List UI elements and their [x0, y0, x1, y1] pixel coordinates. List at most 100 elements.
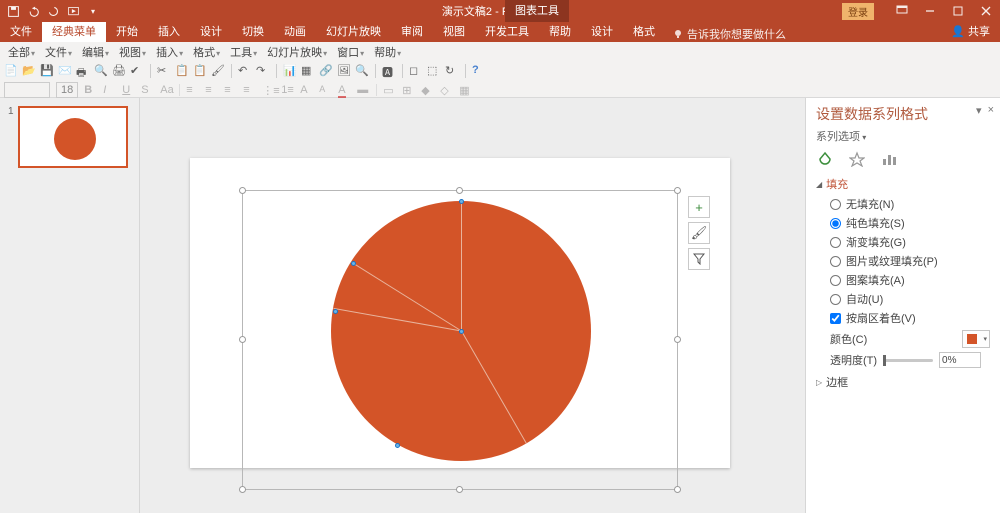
save-icon[interactable]: [6, 4, 20, 18]
numbering-icon[interactable]: 1≡: [281, 84, 294, 97]
tab-animations[interactable]: 动画: [274, 20, 316, 42]
chart-elements-button[interactable]: +: [688, 196, 710, 218]
menu-insert[interactable]: 插入: [152, 44, 187, 60]
italic-icon[interactable]: I: [103, 84, 116, 97]
increase-font-icon[interactable]: A: [300, 84, 313, 97]
resize-handle[interactable]: [674, 187, 681, 194]
picture-icon[interactable]: 🖼: [337, 64, 351, 78]
strikethrough-icon[interactable]: S: [141, 84, 154, 97]
tab-chart-design[interactable]: 设计: [581, 20, 623, 42]
shape-outline-icon[interactable]: ◇: [440, 84, 453, 97]
chart-icon[interactable]: 📊: [283, 64, 297, 78]
font-size-combo[interactable]: 18: [56, 82, 78, 98]
decrease-font-icon[interactable]: A: [319, 84, 332, 97]
tell-me[interactable]: 告诉我你想要做什么: [673, 26, 786, 42]
print-preview-icon[interactable]: 🔍: [94, 64, 108, 78]
resize-handle[interactable]: [674, 486, 681, 493]
underline-icon[interactable]: U: [122, 84, 135, 97]
resize-handle[interactable]: [674, 336, 681, 343]
spelling-icon[interactable]: ✔: [130, 64, 144, 78]
tab-transitions[interactable]: 切换: [232, 20, 274, 42]
effects-tab-icon[interactable]: [848, 150, 866, 168]
minimize-icon[interactable]: [916, 0, 944, 22]
fill-color-picker[interactable]: [962, 330, 990, 348]
open-icon[interactable]: 📂: [22, 64, 36, 78]
login-button[interactable]: 登录: [842, 3, 874, 20]
tab-developer[interactable]: 开发工具: [475, 20, 539, 42]
picture-fill-radio[interactable]: 图片或纹理填充(P): [830, 253, 990, 269]
close-icon[interactable]: [972, 0, 1000, 22]
menu-all[interactable]: 全部: [4, 44, 39, 60]
chart-selection-box[interactable]: [242, 190, 678, 490]
font-color-icon[interactable]: A: [338, 84, 351, 97]
chart-styles-button[interactable]: 🖌: [688, 222, 710, 244]
shadow-icon[interactable]: ▦: [459, 84, 472, 97]
rotate-icon[interactable]: ↻: [445, 64, 459, 78]
tab-slideshow[interactable]: 幻灯片放映: [316, 20, 391, 42]
no-fill-radio[interactable]: 无填充(N): [830, 196, 990, 212]
table-icon[interactable]: ▦: [301, 64, 315, 78]
highlight-icon[interactable]: ▬: [357, 84, 370, 97]
automatic-fill-radio[interactable]: 自动(U): [830, 291, 990, 307]
align-left-icon[interactable]: ≡: [186, 84, 199, 97]
tab-file[interactable]: 文件: [0, 20, 42, 42]
border-section-header[interactable]: ▷ 边框: [816, 374, 990, 390]
menu-file[interactable]: 文件: [41, 44, 76, 60]
menu-edit[interactable]: 编辑: [78, 44, 113, 60]
menu-window[interactable]: 窗口: [333, 44, 368, 60]
redo-icon[interactable]: [46, 4, 60, 18]
align-center-icon[interactable]: ≡: [205, 84, 218, 97]
mail-icon[interactable]: ✉️: [58, 64, 72, 78]
transparency-spinner[interactable]: 0%: [939, 352, 981, 368]
fill-section-header[interactable]: ◢ 填充: [816, 176, 990, 192]
slide-canvas[interactable]: + 🖌: [140, 98, 805, 513]
qat-dropdown-icon[interactable]: ▾: [86, 4, 100, 18]
chart-filters-button[interactable]: [688, 248, 710, 270]
slide-thumbnail-1[interactable]: [18, 106, 128, 168]
print-icon[interactable]: 🖨: [112, 64, 126, 78]
print-quick-icon[interactable]: 🖶: [76, 64, 90, 78]
menu-format[interactable]: 格式: [189, 44, 224, 60]
tab-chart-format[interactable]: 格式: [623, 20, 665, 42]
ribbon-options-icon[interactable]: [888, 0, 916, 22]
panel-close-icon[interactable]: ×: [988, 104, 994, 117]
resize-handle[interactable]: [239, 336, 246, 343]
hyperlink-icon[interactable]: 🔗: [319, 64, 333, 78]
menu-tools[interactable]: 工具: [226, 44, 261, 60]
layout-icon[interactable]: ⊞: [402, 84, 415, 97]
share-button[interactable]: 👤共享: [941, 20, 1000, 42]
series-options-dropdown[interactable]: 系列选项: [816, 128, 990, 144]
resize-handle[interactable]: [239, 486, 246, 493]
tab-design[interactable]: 设计: [190, 20, 232, 42]
data-point-handle[interactable]: [351, 261, 356, 266]
data-point-handle[interactable]: [459, 199, 464, 204]
shape-fill-icon[interactable]: ◆: [421, 84, 434, 97]
tab-classic-menu[interactable]: 经典菜单: [42, 20, 106, 42]
resize-handle[interactable]: [456, 187, 463, 194]
undo-icon[interactable]: [26, 4, 40, 18]
shapes-icon[interactable]: ◻: [409, 64, 423, 78]
zoom-icon[interactable]: 🔍: [355, 64, 369, 78]
font-family-combo[interactable]: [4, 82, 50, 98]
pattern-fill-radio[interactable]: 图案填充(A): [830, 272, 990, 288]
transparency-slider[interactable]: [883, 359, 933, 362]
justify-icon[interactable]: ≡: [243, 84, 256, 97]
align-right-icon[interactable]: ≡: [224, 84, 237, 97]
new-slide-icon[interactable]: ▭: [383, 84, 396, 97]
data-point-handle[interactable]: [395, 443, 400, 448]
start-from-beginning-icon[interactable]: [66, 4, 80, 18]
cut-icon[interactable]: ✂: [157, 64, 171, 78]
tab-review[interactable]: 审阅: [391, 20, 433, 42]
tab-help[interactable]: 帮助: [539, 20, 581, 42]
arrange-icon[interactable]: ⬚: [427, 64, 441, 78]
resize-handle[interactable]: [456, 486, 463, 493]
data-point-handle[interactable]: [333, 309, 338, 314]
series-options-tab-icon[interactable]: [880, 150, 898, 168]
gradient-fill-radio[interactable]: 渐变填充(G): [830, 234, 990, 250]
resize-handle[interactable]: [239, 187, 246, 194]
data-point-handle[interactable]: [459, 329, 464, 334]
format-painter-icon[interactable]: 🖌: [211, 64, 225, 78]
maximize-icon[interactable]: [944, 0, 972, 22]
solid-fill-radio[interactable]: 纯色填充(S): [830, 215, 990, 231]
bullets-icon[interactable]: ⋮≡: [262, 84, 275, 97]
